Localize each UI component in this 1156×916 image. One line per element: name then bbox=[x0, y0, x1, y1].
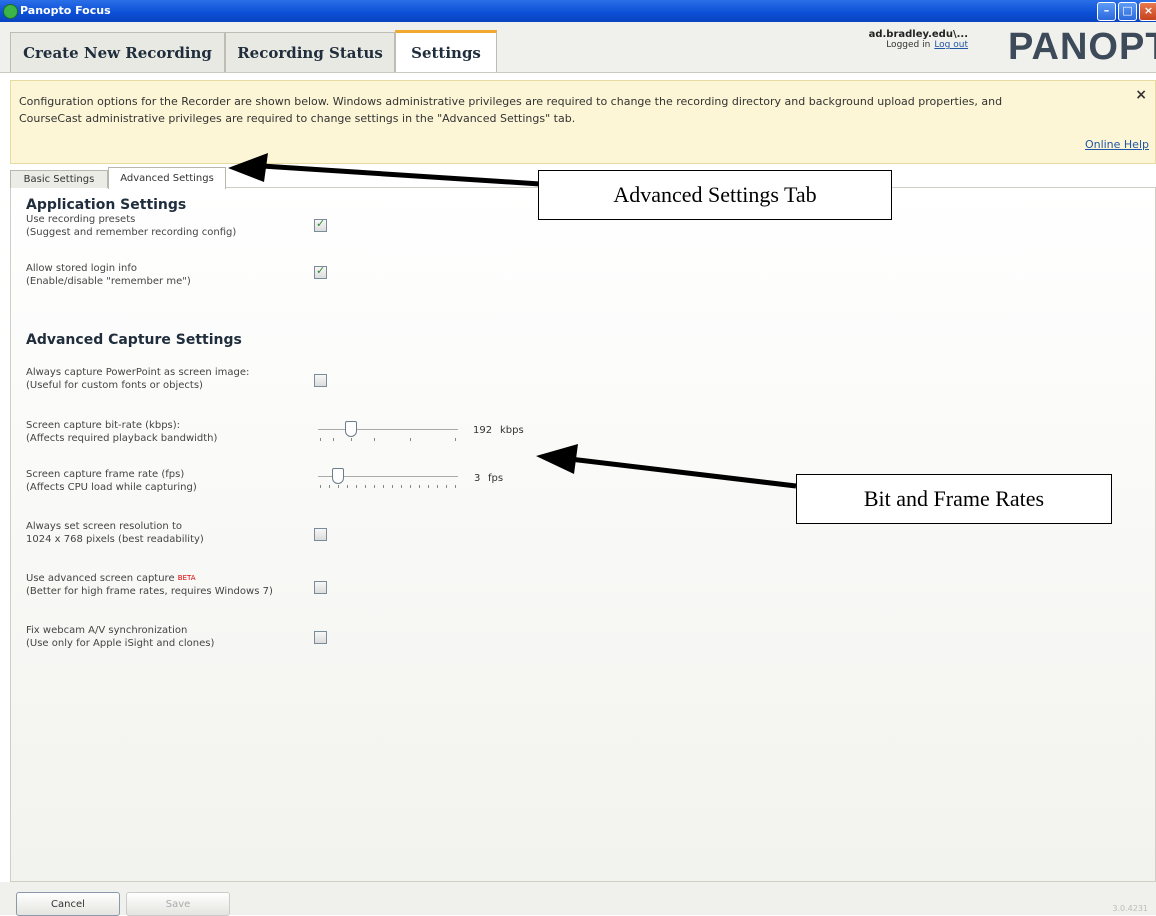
tab-bar: Create New Recording Recording Status Se… bbox=[0, 22, 1156, 73]
setting-label: Fix webcam A/V synchronization bbox=[26, 625, 188, 636]
setting-framerate: Screen capture frame rate (fps) (Affects… bbox=[26, 468, 197, 494]
bitrate-slider[interactable] bbox=[318, 421, 458, 443]
version-label: 3.0.4231 bbox=[1112, 904, 1148, 913]
setting-desc: (Affects required playback bandwidth) bbox=[26, 433, 218, 444]
slider-tick bbox=[374, 485, 375, 488]
slider-tick bbox=[419, 485, 420, 488]
slider-tick bbox=[329, 485, 330, 488]
slider-tick bbox=[338, 485, 339, 488]
section-title-capture: Advanced Capture Settings bbox=[26, 332, 242, 348]
arrow-line-tab bbox=[261, 163, 541, 187]
slider-thumb[interactable] bbox=[332, 468, 344, 484]
slider-tick bbox=[347, 485, 348, 488]
setting-advanced-capture: Use advanced screen capture BETA (Better… bbox=[26, 572, 273, 598]
slider-tick bbox=[356, 485, 357, 488]
slider-tick bbox=[455, 438, 456, 441]
setting-label: Screen capture bit-rate (kbps): bbox=[26, 420, 181, 431]
slider-tick bbox=[365, 485, 366, 488]
setting-label: Use recording presets bbox=[26, 214, 136, 225]
slider-tick bbox=[383, 485, 384, 488]
info-banner: Configuration options for the Recorder a… bbox=[10, 80, 1156, 164]
setting-desc: 1024 x 768 pixels (best readability) bbox=[26, 534, 204, 545]
slider-tick bbox=[351, 438, 352, 441]
slider-tick bbox=[374, 438, 375, 441]
setting-label: Always set screen resolution to bbox=[26, 521, 182, 532]
maximize-button[interactable]: □ bbox=[1118, 2, 1137, 21]
setting-recording-presets: Use recording presets (Suggest and remem… bbox=[26, 213, 236, 239]
setting-desc: (Affects CPU load while capturing) bbox=[26, 482, 197, 493]
setting-label: Allow stored login info bbox=[26, 263, 137, 274]
save-button[interactable]: Save bbox=[126, 892, 230, 916]
section-title-application: Application Settings bbox=[26, 197, 187, 213]
user-name: ad.bradley.edu\... bbox=[868, 29, 968, 40]
framerate-slider[interactable] bbox=[318, 468, 458, 490]
callout-bit-frame-rates: Bit and Frame Rates bbox=[796, 474, 1112, 524]
recording-presets-checkbox[interactable] bbox=[314, 217, 327, 232]
callout-advanced-settings-tab: Advanced Settings Tab bbox=[538, 170, 892, 220]
beta-badge: BETA bbox=[177, 574, 196, 582]
stored-login-checkbox[interactable] bbox=[314, 264, 327, 279]
framerate-value: 3 bbox=[474, 473, 481, 484]
slider-tick bbox=[320, 438, 321, 441]
setting-resolution: Always set screen resolution to 1024 x 7… bbox=[26, 520, 204, 546]
slider-tick bbox=[320, 485, 321, 488]
setting-label: Use advanced screen capture bbox=[26, 573, 175, 584]
advanced-capture-checkbox[interactable] bbox=[314, 581, 327, 594]
tab-basic-settings[interactable]: Basic Settings bbox=[10, 170, 108, 188]
slider-tick bbox=[455, 485, 456, 488]
info-text: Configuration options for the Recorder a… bbox=[19, 95, 1003, 125]
slider-thumb[interactable] bbox=[345, 421, 357, 437]
powerpoint-checkbox[interactable] bbox=[314, 374, 327, 387]
setting-label: Screen capture frame rate (fps) bbox=[26, 469, 185, 480]
setting-powerpoint: Always capture PowerPoint as screen imag… bbox=[26, 366, 249, 392]
setting-label: Always capture PowerPoint as screen imag… bbox=[26, 367, 250, 378]
resolution-checkbox[interactable] bbox=[314, 528, 327, 541]
slider-tick bbox=[333, 438, 334, 441]
slider-tick bbox=[437, 485, 438, 488]
setting-desc: (Enable/disable "remember me") bbox=[26, 276, 191, 287]
online-help-link[interactable]: Online Help bbox=[1085, 138, 1149, 151]
framerate-unit: fps bbox=[488, 473, 504, 484]
setting-desc: (Useful for custom fonts or objects) bbox=[26, 380, 203, 391]
slider-tick bbox=[446, 485, 447, 488]
close-info-icon[interactable]: × bbox=[1135, 87, 1147, 103]
bitrate-unit: kbps bbox=[500, 425, 524, 436]
tab-recording-status[interactable]: Recording Status bbox=[225, 32, 395, 72]
setting-desc: (Better for high frame rates, requires W… bbox=[26, 586, 273, 597]
tab-create-new-recording[interactable]: Create New Recording bbox=[10, 32, 225, 72]
tab-settings[interactable]: Settings bbox=[395, 30, 497, 72]
panopto-logo: PANOPTO bbox=[1008, 26, 1156, 68]
cancel-button[interactable]: Cancel bbox=[16, 892, 120, 916]
setting-webcam: Fix webcam A/V synchronization (Use only… bbox=[26, 624, 214, 650]
slider-track bbox=[318, 429, 458, 430]
setting-desc: (Use only for Apple iSight and clones) bbox=[26, 638, 215, 649]
app-icon bbox=[3, 4, 18, 19]
setting-desc: (Suggest and remember recording config) bbox=[26, 227, 237, 238]
webcam-sync-checkbox[interactable] bbox=[314, 631, 327, 644]
slider-tick bbox=[410, 438, 411, 441]
slider-tick bbox=[410, 485, 411, 488]
slider-tick bbox=[428, 485, 429, 488]
close-button[interactable]: × bbox=[1139, 2, 1156, 21]
title-bar: Panopto Focus – □ × bbox=[0, 0, 1156, 22]
logout-link[interactable]: Log out bbox=[934, 40, 968, 50]
minimize-button[interactable]: – bbox=[1097, 2, 1116, 21]
user-info: ad.bradley.edu\... Logged in Log out bbox=[869, 29, 968, 50]
login-status: Logged in bbox=[886, 40, 931, 50]
tab-advanced-settings[interactable]: Advanced Settings bbox=[108, 167, 226, 189]
window-title: Panopto Focus bbox=[20, 4, 111, 17]
slider-tick bbox=[392, 485, 393, 488]
slider-tick bbox=[401, 485, 402, 488]
setting-stored-login: Allow stored login info (Enable/disable … bbox=[26, 262, 191, 288]
setting-bitrate: Screen capture bit-rate (kbps): (Affects… bbox=[26, 419, 217, 445]
bitrate-value: 192 bbox=[473, 425, 493, 436]
